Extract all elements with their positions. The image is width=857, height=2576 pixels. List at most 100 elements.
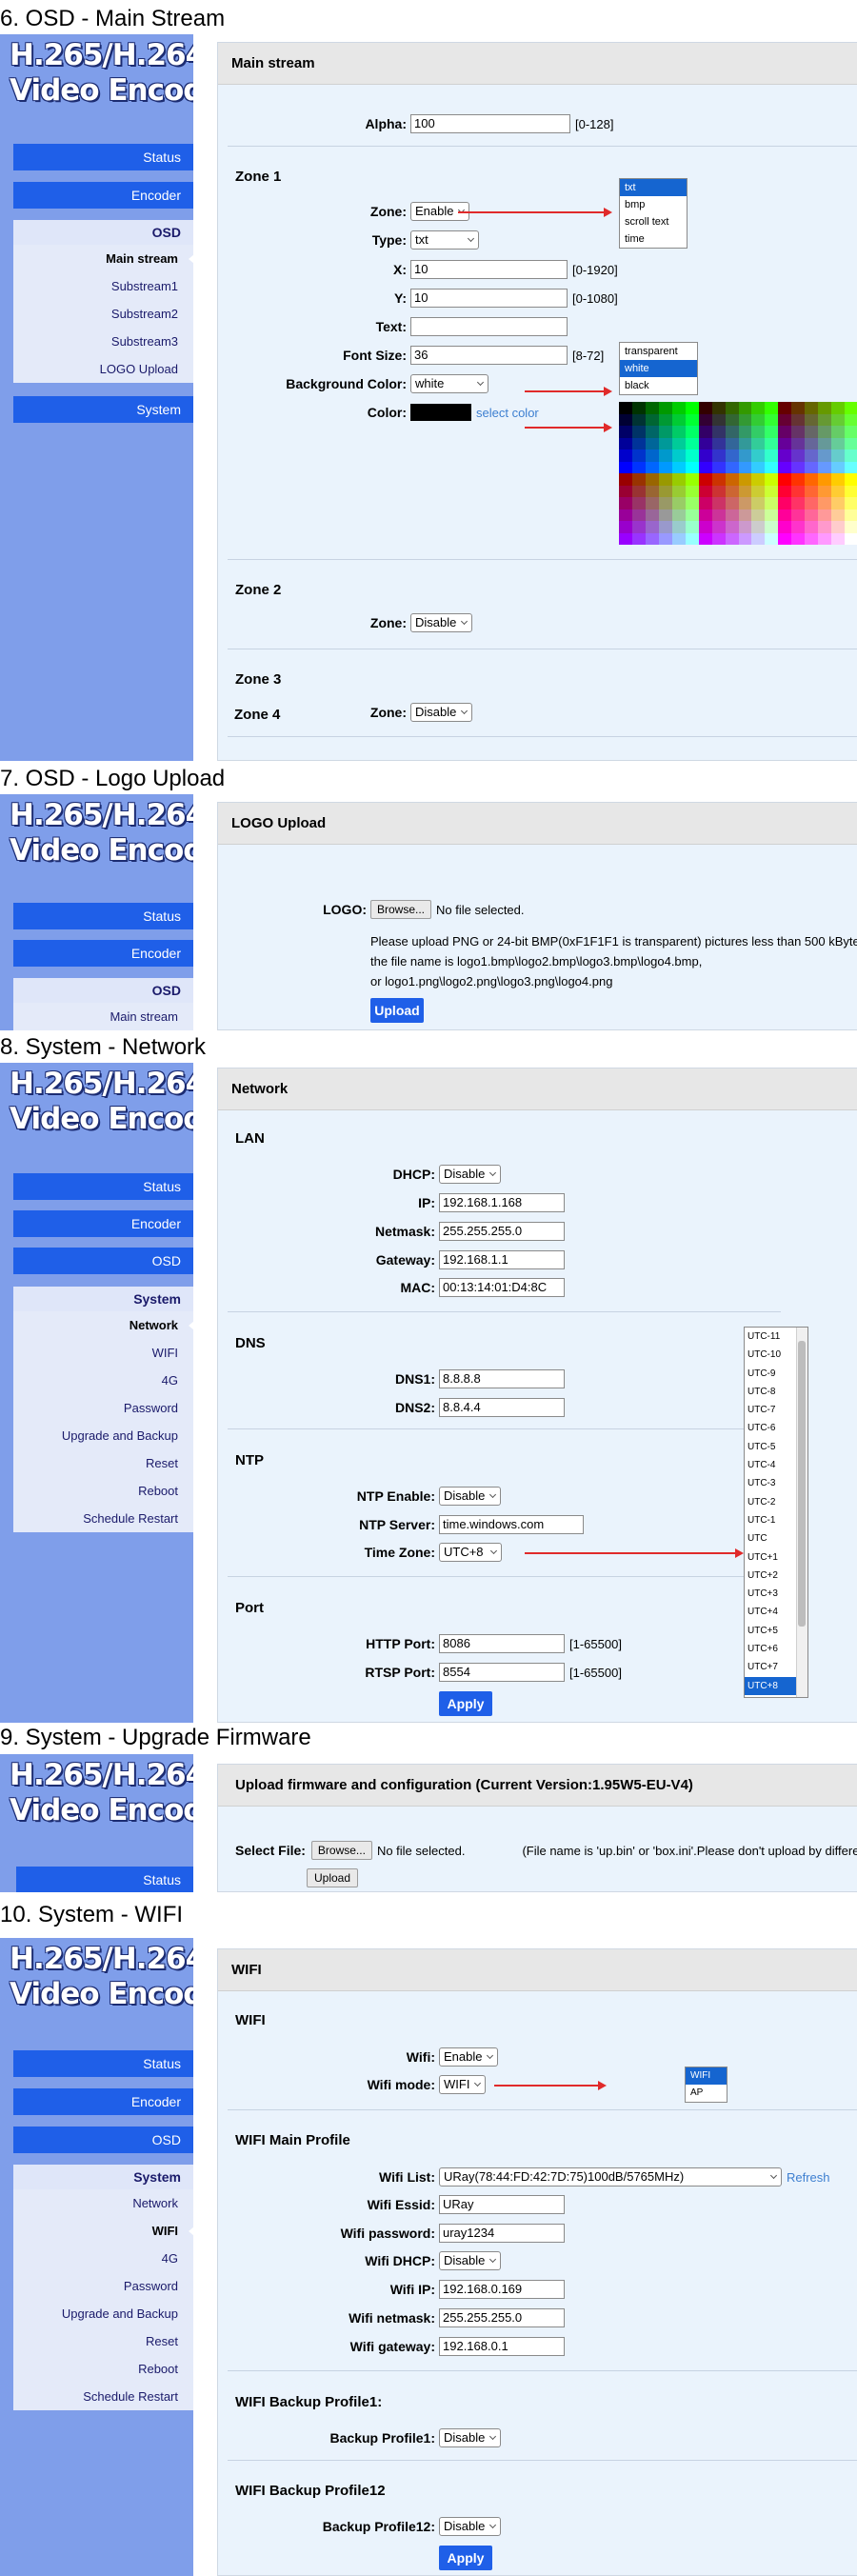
palette-cell[interactable] xyxy=(791,509,806,521)
palette-cell[interactable] xyxy=(751,413,766,426)
palette-cell[interactable] xyxy=(711,509,726,521)
palette-cell[interactable] xyxy=(791,497,806,509)
palette-cell[interactable] xyxy=(791,532,806,545)
palette-cell[interactable] xyxy=(619,402,632,414)
palette-cell[interactable] xyxy=(631,497,646,509)
zone2-select[interactable]: Disable xyxy=(410,613,473,632)
select-color-link[interactable]: select color xyxy=(476,406,539,420)
nav-osd[interactable]: OSD xyxy=(13,978,193,1003)
palette-cell[interactable] xyxy=(671,521,686,533)
palette-cell[interactable] xyxy=(831,521,846,533)
palette-cell[interactable] xyxy=(725,437,739,449)
palette-cell[interactable] xyxy=(671,402,686,414)
palette-cell[interactable] xyxy=(658,437,672,449)
subitem-4g[interactable]: 4G xyxy=(13,1367,193,1394)
nav-system[interactable]: System xyxy=(13,2165,193,2189)
palette-cell[interactable] xyxy=(765,449,779,462)
nav-status[interactable]: Status xyxy=(16,1867,193,1892)
nav-status[interactable]: Status xyxy=(13,903,193,929)
palette-cell[interactable] xyxy=(619,497,632,509)
palette-cell[interactable] xyxy=(645,461,659,473)
palette-cell[interactable] xyxy=(685,521,699,533)
subitem-schedule-restart[interactable]: Schedule Restart xyxy=(13,2383,193,2410)
palette-cell[interactable] xyxy=(711,497,726,509)
wifi-netmask-input[interactable]: 255.255.255.0 xyxy=(439,2308,565,2327)
palette-cell[interactable] xyxy=(818,402,832,414)
palette-cell[interactable] xyxy=(791,449,806,462)
palette-cell[interactable] xyxy=(751,449,766,462)
palette-cell[interactable] xyxy=(619,485,632,497)
palette-cell[interactable] xyxy=(805,413,819,426)
palette-cell[interactable] xyxy=(685,402,699,414)
palette-cell[interactable] xyxy=(685,461,699,473)
subitem-substream3[interactable]: Substream3 xyxy=(13,328,193,355)
subitem-upgrade[interactable]: Upgrade and Backup xyxy=(13,1422,193,1449)
palette-cell[interactable] xyxy=(725,509,739,521)
palette-cell[interactable] xyxy=(658,402,672,414)
palette-cell[interactable] xyxy=(738,509,752,521)
palette-cell[interactable] xyxy=(751,473,766,486)
palette-cell[interactable] xyxy=(791,402,806,414)
palette-cell[interactable] xyxy=(658,449,672,462)
palette-cell[interactable] xyxy=(845,509,857,521)
palette-cell[interactable] xyxy=(658,509,672,521)
palette-cell[interactable] xyxy=(831,413,846,426)
palette-cell[interactable] xyxy=(645,509,659,521)
palette-cell[interactable] xyxy=(738,426,752,438)
scrollbar-thumb[interactable] xyxy=(798,1341,806,1627)
palette-cell[interactable] xyxy=(845,461,857,473)
palette-cell[interactable] xyxy=(711,402,726,414)
palette-cell[interactable] xyxy=(619,413,632,426)
palette-cell[interactable] xyxy=(738,485,752,497)
palette-cell[interactable] xyxy=(698,461,712,473)
palette-cell[interactable] xyxy=(845,532,857,545)
palette-cell[interactable] xyxy=(658,485,672,497)
palette-cell[interactable] xyxy=(671,473,686,486)
palette-cell[interactable] xyxy=(658,461,672,473)
palette-cell[interactable] xyxy=(751,485,766,497)
palette-cell[interactable] xyxy=(791,521,806,533)
palette-cell[interactable] xyxy=(671,532,686,545)
palette-cell[interactable] xyxy=(725,473,739,486)
palette-cell[interactable] xyxy=(778,521,792,533)
palette-cell[interactable] xyxy=(645,497,659,509)
apply-button[interactable]: Apply xyxy=(439,1691,492,1716)
palette-cell[interactable] xyxy=(751,521,766,533)
palette-cell[interactable] xyxy=(818,413,832,426)
palette-cell[interactable] xyxy=(831,449,846,462)
nav-status[interactable]: Status xyxy=(13,2050,193,2077)
palette-cell[interactable] xyxy=(725,461,739,473)
palette-cell[interactable] xyxy=(671,413,686,426)
palette-cell[interactable] xyxy=(658,497,672,509)
palette-cell[interactable] xyxy=(725,426,739,438)
palette-cell[interactable] xyxy=(738,413,752,426)
upload-button[interactable]: Upload xyxy=(370,998,424,1023)
wifi-mode-option[interactable]: WIFI xyxy=(686,2067,727,2085)
palette-cell[interactable] xyxy=(805,437,819,449)
palette-cell[interactable] xyxy=(698,413,712,426)
palette-cell[interactable] xyxy=(831,473,846,486)
palette-cell[interactable] xyxy=(818,485,832,497)
palette-cell[interactable] xyxy=(725,449,739,462)
palette-cell[interactable] xyxy=(751,437,766,449)
palette-cell[interactable] xyxy=(778,497,792,509)
palette-cell[interactable] xyxy=(645,449,659,462)
palette-cell[interactable] xyxy=(845,413,857,426)
palette-cell[interactable] xyxy=(845,485,857,497)
palette-cell[interactable] xyxy=(765,521,779,533)
palette-cell[interactable] xyxy=(645,402,659,414)
y-input[interactable]: 10 xyxy=(410,289,568,308)
type-option[interactable]: scroll text xyxy=(620,213,687,230)
subitem-main-stream[interactable]: Main stream xyxy=(13,245,193,272)
palette-cell[interactable] xyxy=(631,413,646,426)
palette-cell[interactable] xyxy=(711,473,726,486)
palette-cell[interactable] xyxy=(671,485,686,497)
palette-cell[interactable] xyxy=(685,437,699,449)
subitem-network[interactable]: Network xyxy=(13,1311,193,1339)
subitem-4g[interactable]: 4G xyxy=(13,2245,193,2272)
palette-cell[interactable] xyxy=(791,485,806,497)
palette-cell[interactable] xyxy=(631,449,646,462)
ntp-server-input[interactable]: time.windows.com xyxy=(439,1515,584,1534)
palette-cell[interactable] xyxy=(685,509,699,521)
nav-system[interactable]: System xyxy=(13,1287,193,1311)
